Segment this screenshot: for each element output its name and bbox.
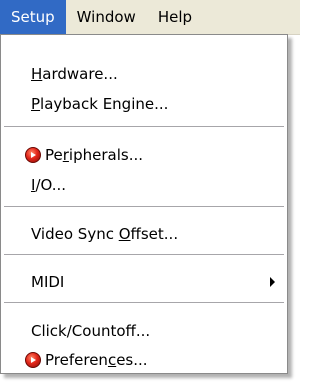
menu-window[interactable]: Window [66, 0, 147, 34]
menu-item-video-sync-offset[interactable]: Video Sync Offset... [1, 219, 287, 249]
menu-item-label: MIDI [31, 273, 65, 291]
menu-item-label: Preferences... [45, 351, 148, 369]
pro-tools-icon [25, 147, 41, 163]
menu-item-label: Hardware... [31, 65, 118, 83]
menu-item-click-countoff[interactable]: Click/Countoff... [1, 316, 287, 346]
pro-tools-icon [25, 352, 41, 368]
menu-item-label: Peripherals... [45, 146, 143, 164]
menu-item-label: Click/Countoff... [31, 322, 151, 340]
menu-bar: Setup Window Help [0, 0, 300, 35]
menu-item-midi[interactable]: MIDI [1, 267, 287, 297]
menu-item-hardware[interactable]: Hardware... [1, 59, 287, 89]
menu-item-playback-engine[interactable]: Playback Engine... [1, 89, 287, 119]
menu-item-label: Video Sync Offset... [31, 225, 179, 243]
menu-separator [4, 302, 284, 303]
menu-item-preferences[interactable]: Preferences... [1, 345, 287, 375]
menu-setup[interactable]: Setup [0, 0, 66, 34]
menu-item-label: Playback Engine... [31, 95, 169, 113]
menu-help[interactable]: Help [147, 0, 203, 34]
menu-item-peripherals[interactable]: Peripherals... [1, 140, 287, 170]
menu-item-io[interactable]: I/O... [1, 170, 287, 200]
submenu-arrow-icon [270, 277, 275, 287]
menu-item-label: I/O... [31, 176, 66, 194]
menu-separator [4, 206, 284, 207]
menu-separator [4, 126, 284, 127]
menu-separator [4, 254, 284, 255]
setup-dropdown-menu: Hardware... Playback Engine... Periphera… [0, 34, 288, 374]
